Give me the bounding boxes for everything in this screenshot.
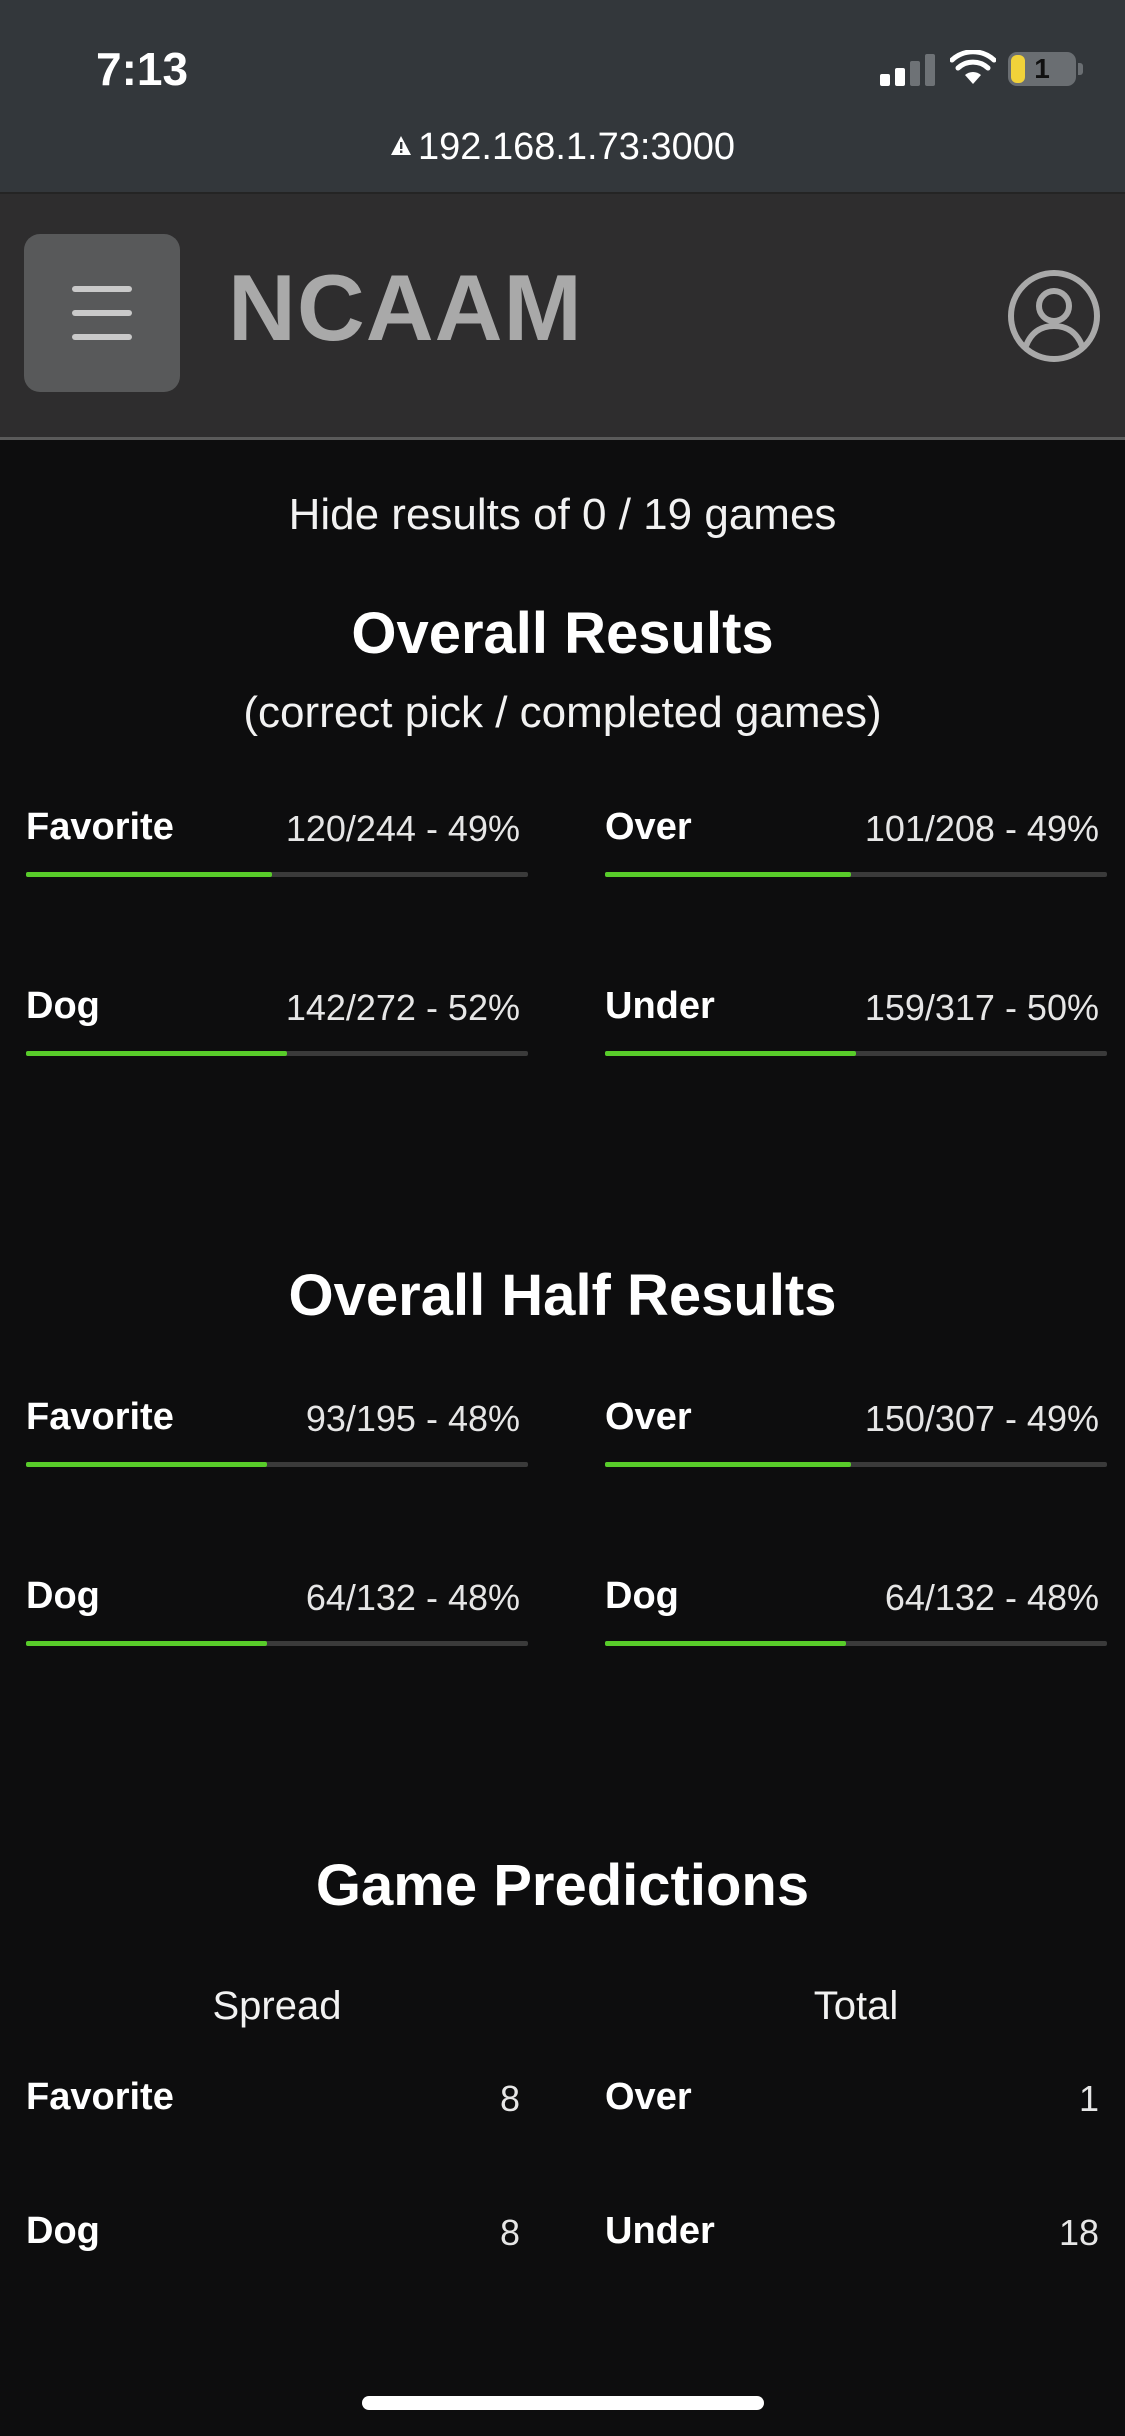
half-stat-dog: Dog 64/132 - 48% [26, 1575, 528, 1655]
browser-chrome: 7:13 1 192.168.1.73:3000 [0, 0, 1125, 192]
total-heading: Total [813, 1984, 899, 2028]
prediction-over: Over 1 [605, 2076, 1107, 2126]
stat-value: 64/132 - 48% [305, 1577, 520, 1618]
stat-value: 120/244 - 49% [285, 808, 520, 849]
status-time: 7:13 [96, 43, 189, 95]
stat-label: Favorite [26, 1396, 174, 1438]
prediction-count: 1 [1078, 2078, 1099, 2119]
progress-fill [26, 1462, 267, 1467]
menu-button[interactable] [24, 234, 180, 392]
prediction-count: 18 [1058, 2212, 1099, 2253]
cellular-signal-icon [880, 54, 936, 86]
address-bar[interactable]: 192.168.1.73:3000 [0, 126, 1125, 169]
stat-value: 93/195 - 48% [305, 1398, 520, 1439]
overall-results-subtitle: (correct pick / completed games) [243, 688, 882, 737]
progress-fill [605, 872, 851, 877]
app-title: NCAAM [228, 255, 583, 360]
battery-tip [1078, 63, 1083, 75]
battery-icon: 1 [1008, 52, 1076, 86]
progress-track [26, 872, 528, 877]
stat-label: Over [605, 806, 692, 848]
page: 7:13 1 192.168.1.73:3000 NCAAM Hide resu… [0, 0, 1125, 2436]
progress-track [26, 1641, 528, 1646]
prediction-label: Favorite [26, 2076, 174, 2118]
stat-dog: Dog 142/272 - 52% [26, 985, 528, 1065]
prediction-count: 8 [499, 2212, 520, 2253]
progress-track [26, 1051, 528, 1056]
prediction-label: Under [605, 2210, 715, 2252]
stat-over: Over 101/208 - 49% [605, 806, 1107, 886]
stat-value: 101/208 - 49% [864, 808, 1099, 849]
stat-label: Favorite [26, 806, 174, 848]
hide-results-toggle[interactable]: Hide results of 0 / 19 games [0, 490, 1125, 540]
stat-favorite: Favorite 120/244 - 49% [26, 806, 528, 886]
battery-level: 1 [1034, 53, 1050, 84]
progress-fill [26, 1641, 267, 1646]
home-indicator [362, 2396, 764, 2410]
half-stat-dog-2: Dog 64/132 - 48% [605, 1575, 1107, 1655]
prediction-label: Over [605, 2076, 692, 2118]
prediction-dog: Dog 8 [26, 2210, 528, 2260]
user-circle-icon[interactable] [1006, 268, 1102, 364]
stat-value: 159/317 - 50% [864, 987, 1099, 1028]
stat-value: 142/272 - 52% [285, 987, 520, 1028]
stat-label: Dog [605, 1575, 679, 1617]
overall-results-title: Overall Results [351, 601, 774, 666]
prediction-favorite: Favorite 8 [26, 2076, 528, 2126]
stat-label: Dog [26, 1575, 100, 1617]
stat-value: 150/307 - 49% [864, 1398, 1099, 1439]
progress-track [605, 872, 1107, 877]
half-results-title: Overall Half Results [288, 1263, 837, 1328]
progress-fill [26, 872, 272, 877]
wifi-icon [950, 50, 996, 84]
progress-track [605, 1051, 1107, 1056]
progress-track [26, 1462, 528, 1467]
stat-label: Over [605, 1396, 692, 1438]
progress-track [605, 1641, 1107, 1646]
app-header: NCAAM [0, 192, 1125, 440]
progress-track [605, 1462, 1107, 1467]
warning-icon [391, 136, 411, 155]
game-predictions-title: Game Predictions [315, 1853, 810, 1918]
stat-label: Dog [26, 985, 100, 1027]
stat-under: Under 159/317 - 50% [605, 985, 1107, 1065]
stat-label: Under [605, 985, 715, 1027]
half-stat-favorite: Favorite 93/195 - 48% [26, 1396, 528, 1476]
prediction-label: Dog [26, 2210, 100, 2252]
prediction-under: Under 18 [605, 2210, 1107, 2260]
url-text: 192.168.1.73:3000 [418, 126, 735, 168]
prediction-count: 8 [499, 2078, 520, 2119]
stat-value: 64/132 - 48% [884, 1577, 1099, 1618]
progress-fill [605, 1641, 846, 1646]
spread-heading: Spread [212, 1984, 342, 2028]
progress-fill [605, 1462, 851, 1467]
progress-fill [605, 1051, 856, 1056]
progress-fill [26, 1051, 288, 1056]
half-stat-over: Over 150/307 - 49% [605, 1396, 1107, 1476]
